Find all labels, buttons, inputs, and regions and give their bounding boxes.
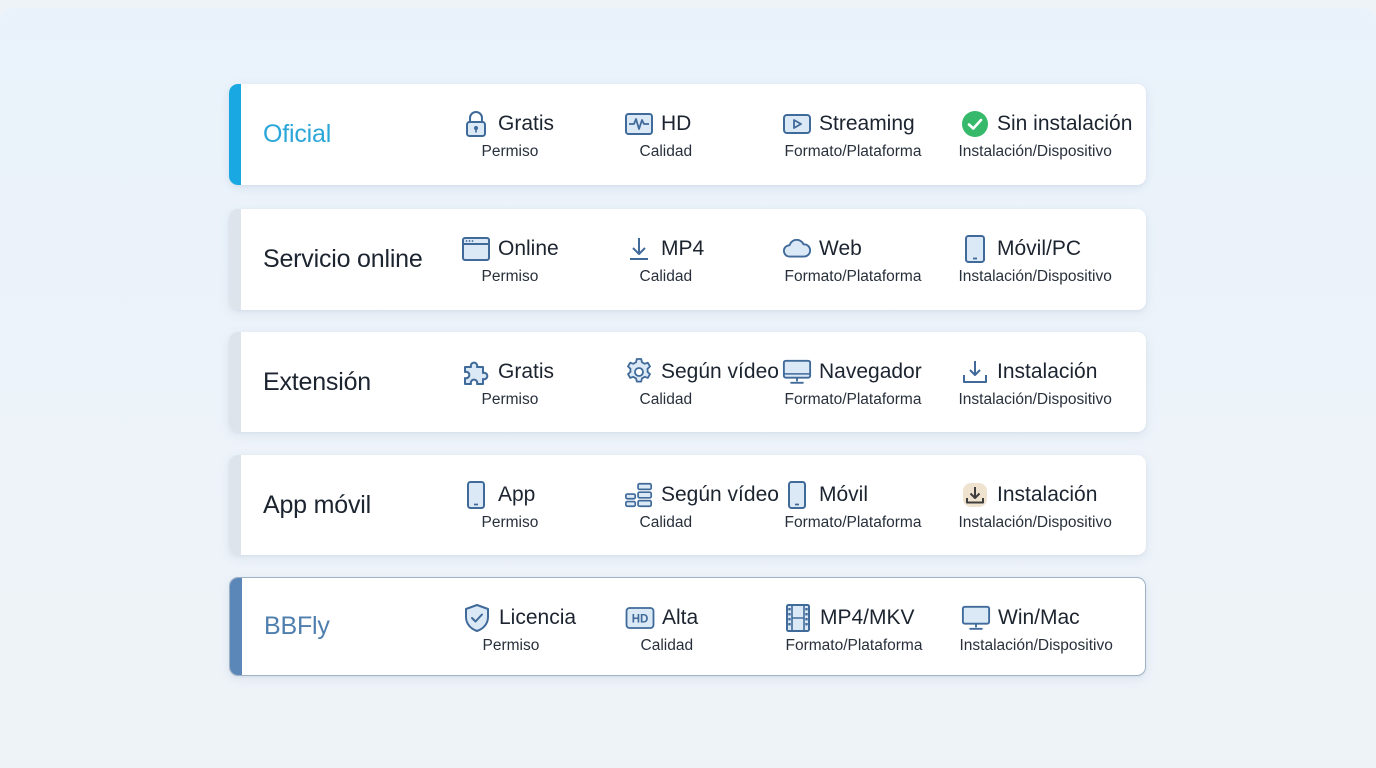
attribute-value: Sin instalación (997, 112, 1133, 135)
check-circle-icon (960, 109, 990, 139)
attribute-label: Instalación/Dispositivo (958, 514, 1112, 531)
attribute-value-group: Instalación (960, 357, 1097, 387)
attribute-value-group: Instalación (960, 480, 1097, 510)
attribute-cell: Win/Mac Instalación/Dispositivo (230, 578, 1145, 675)
attribute-value-group: Sin instalación (960, 109, 1132, 139)
attribute-value: Win/Mac (998, 606, 1080, 629)
row-bbfly: BBFly Licencia Permiso HD Alta Calidad MP4/MKV… (229, 577, 1146, 676)
row-app-movil: App móvil App Permiso Según vídeo Calidad Móv… (229, 455, 1146, 555)
attribute-value: Instalación (997, 483, 1098, 506)
attribute-label: Instalación/Dispositivo (958, 391, 1112, 408)
attribute-label: Instalación/Dispositivo (958, 143, 1112, 160)
install-tray-icon (960, 357, 990, 387)
attribute-cell: Instalación Instalación/Dispositivo (229, 455, 1146, 555)
attribute-cell: Sin instalación Instalación/Dispositivo (229, 84, 1146, 185)
attribute-cell: Móvil/PC Instalación/Dispositivo (229, 209, 1146, 310)
attribute-value: Móvil/PC (997, 237, 1082, 260)
attribute-label: Instalación/Dispositivo (959, 637, 1113, 654)
tablet-icon (960, 234, 990, 264)
install-badge-icon (960, 480, 990, 510)
attribute-label: Instalación/Dispositivo (958, 268, 1112, 285)
row-servicio-online: Servicio online Online Permiso MP4 Calidad We… (229, 209, 1146, 310)
attribute-value: Instalación (997, 360, 1098, 383)
attribute-value-group: Win/Mac (961, 603, 1080, 633)
row-extension: Extensión Gratis Permiso Según vídeo Calidad… (229, 332, 1146, 432)
attribute-value-group: Móvil/PC (960, 234, 1081, 264)
desktop-icon (961, 603, 991, 633)
attribute-cell: Instalación Instalación/Dispositivo (229, 332, 1146, 432)
row-oficial: Oficial Gratis Permiso HD Calidad Streaming Fo… (229, 84, 1146, 185)
